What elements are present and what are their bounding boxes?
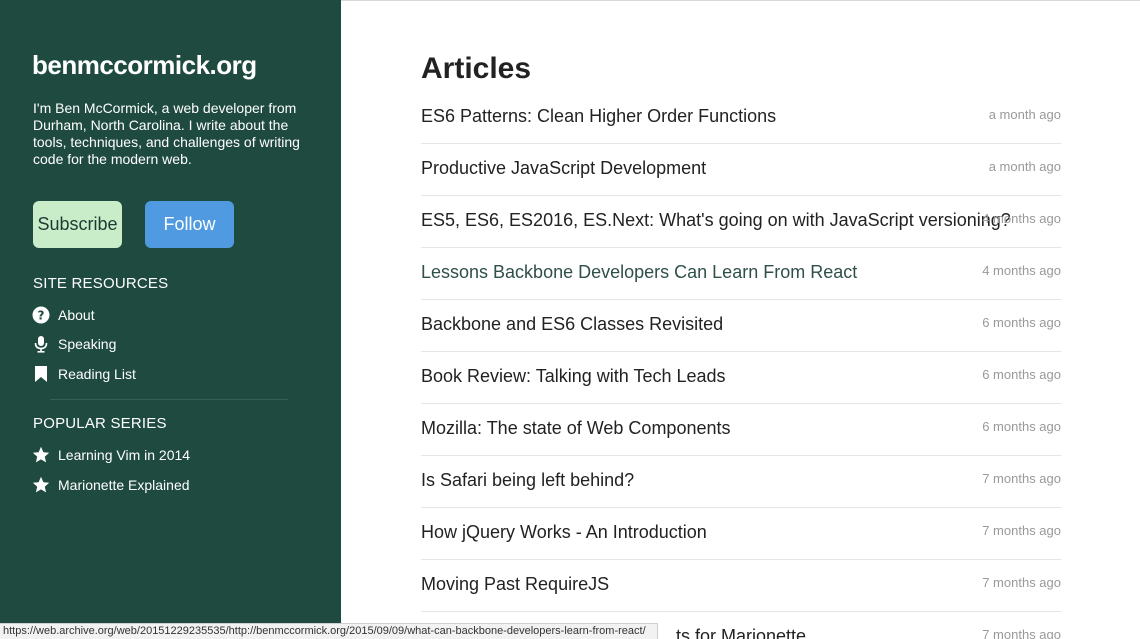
list-item[interactable]: ES5, ES6, ES2016, ES.Next: What's going … — [421, 196, 1061, 248]
sidebar-item-marionette-explained[interactable]: Marionette Explained — [32, 475, 190, 495]
sidebar-item-label: About — [58, 307, 95, 323]
article-timestamp: 7 months ago — [982, 523, 1061, 538]
page-title: Articles — [421, 52, 532, 85]
sidebar-item-label: Reading List — [58, 366, 136, 382]
article-title-link[interactable]: ES6 Patterns: Clean Higher Order Functio… — [421, 106, 776, 127]
list-item[interactable]: Lessons Backbone Developers Can Learn Fr… — [421, 248, 1061, 300]
subscribe-button[interactable]: Subscribe — [33, 201, 122, 248]
article-timestamp: 7 months ago — [982, 575, 1061, 590]
sidebar-item-learning-vim[interactable]: Learning Vim in 2014 — [32, 445, 190, 465]
article-timestamp: 4 months ago — [982, 263, 1061, 278]
list-item[interactable]: Book Review: Talking with Tech Leads 6 m… — [421, 352, 1061, 404]
svg-text:?: ? — [38, 309, 45, 323]
star-icon — [32, 476, 50, 494]
article-timestamp: a month ago — [988, 159, 1061, 174]
follow-button[interactable]: Follow — [145, 201, 234, 248]
top-border — [341, 0, 1140, 1]
list-item[interactable]: ES6 Patterns: Clean Higher Order Functio… — [421, 92, 1061, 144]
list-item[interactable]: Backbone and ES6 Classes Revisited 6 mon… — [421, 300, 1061, 352]
sidebar-item-reading-list[interactable]: Reading List — [32, 364, 136, 384]
question-circle-icon: ? — [32, 306, 50, 324]
sidebar-item-about[interactable]: ? About — [32, 305, 95, 325]
list-item[interactable]: Mozilla: The state of Web Components 6 m… — [421, 404, 1061, 456]
bookmark-icon — [32, 365, 50, 383]
article-title-link[interactable]: Moving Past RequireJS — [421, 574, 609, 595]
article-list: ES6 Patterns: Clean Higher Order Functio… — [421, 92, 1061, 639]
list-item[interactable]: How jQuery Works - An Introduction 7 mon… — [421, 508, 1061, 560]
article-title-link[interactable]: ts for Marionette — [676, 626, 806, 639]
popular-series-heading: POPULAR SERIES — [33, 415, 167, 432]
article-title-link[interactable]: Mozilla: The state of Web Components — [421, 418, 731, 439]
site-title[interactable]: benmccormick.org — [32, 50, 257, 81]
browser-status-bar: https://web.archive.org/web/201512292355… — [0, 623, 658, 639]
list-item[interactable]: Is Safari being left behind? 7 months ag… — [421, 456, 1061, 508]
article-title-link[interactable]: Productive JavaScript Development — [421, 158, 706, 179]
article-timestamp: 4 months ago — [982, 211, 1061, 226]
sidebar-item-speaking[interactable]: Speaking — [32, 334, 116, 354]
sidebar-item-label: Learning Vim in 2014 — [58, 447, 191, 463]
sidebar: benmccormick.org I'm Ben McCormick, a we… — [0, 0, 341, 639]
site-resources-heading: SITE RESOURCES — [33, 275, 169, 292]
article-timestamp: 6 months ago — [982, 315, 1061, 330]
article-timestamp: 7 months ago — [982, 627, 1061, 639]
article-timestamp: a month ago — [988, 107, 1061, 122]
sidebar-divider — [50, 399, 288, 400]
article-timestamp: 6 months ago — [982, 367, 1061, 382]
article-title-link[interactable]: How jQuery Works - An Introduction — [421, 522, 707, 543]
star-icon — [32, 446, 50, 464]
article-title-link[interactable]: Book Review: Talking with Tech Leads — [421, 366, 726, 387]
article-timestamp: 7 months ago — [982, 471, 1061, 486]
article-timestamp: 6 months ago — [982, 419, 1061, 434]
article-title-link[interactable]: Is Safari being left behind? — [421, 470, 634, 491]
article-title-link[interactable]: Lessons Backbone Developers Can Learn Fr… — [421, 262, 857, 283]
sidebar-item-label: Speaking — [58, 336, 117, 352]
list-item[interactable]: Moving Past RequireJS 7 months ago — [421, 560, 1061, 612]
article-title-link[interactable]: ES5, ES6, ES2016, ES.Next: What's going … — [421, 210, 1011, 231]
list-item[interactable]: Productive JavaScript Development a mont… — [421, 144, 1061, 196]
article-title-link[interactable]: Backbone and ES6 Classes Revisited — [421, 314, 723, 335]
microphone-icon — [32, 335, 50, 353]
author-bio: I'm Ben McCormick, a web developer from … — [33, 100, 300, 167]
sidebar-item-label: Marionette Explained — [58, 477, 190, 493]
